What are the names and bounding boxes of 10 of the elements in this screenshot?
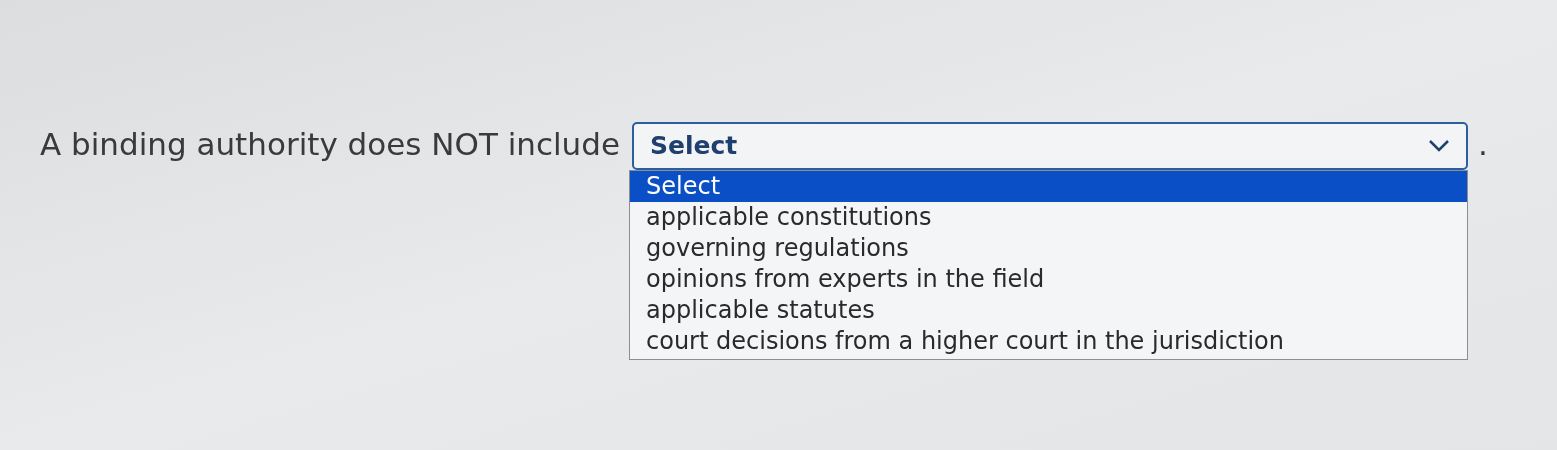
dropdown-option[interactable]: Select bbox=[630, 171, 1467, 202]
period-text: . bbox=[1478, 125, 1488, 164]
question-text: A binding authority does NOT include bbox=[40, 125, 620, 164]
dropdown-option[interactable]: applicable statutes bbox=[630, 295, 1467, 326]
dropdown-option[interactable]: court decisions from a higher court in the jurisdiction bbox=[630, 326, 1467, 357]
dropdown-option[interactable]: opinions from experts in the field bbox=[630, 264, 1467, 295]
dropdown-option[interactable]: governing regulations bbox=[630, 233, 1467, 264]
dropdown-option[interactable]: applicable constitutions bbox=[630, 202, 1467, 233]
select-dropdown[interactable]: Select bbox=[632, 122, 1468, 170]
chevron-down-icon bbox=[1428, 139, 1450, 153]
